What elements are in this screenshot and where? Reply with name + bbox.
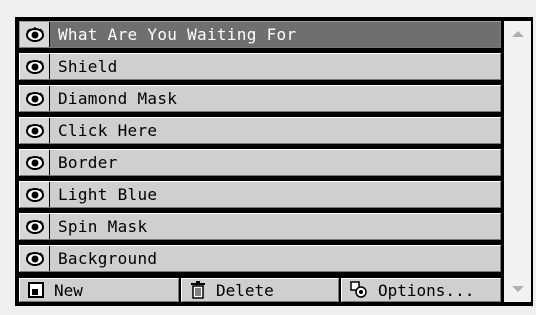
layer-row[interactable]: Background [19, 245, 501, 272]
eye-icon [25, 123, 44, 138]
options-icon [350, 281, 368, 299]
eye-icon [25, 26, 44, 42]
delete-button-label: Delete [216, 280, 274, 300]
scroll-down-arrow-icon [511, 286, 524, 292]
scroll-up-button[interactable] [504, 23, 531, 45]
options-button[interactable]: Options... [341, 278, 501, 302]
visibility-toggle[interactable] [20, 22, 50, 47]
layer-name: Background [58, 249, 158, 268]
eye-icon [25, 219, 44, 234]
new-button-label: New [54, 280, 83, 300]
layer-row[interactable]: Spin Mask [19, 213, 501, 240]
layer-row[interactable]: What Are You Waiting For [19, 21, 501, 48]
layer-row[interactable]: Click Here [19, 117, 501, 144]
eye-icon [25, 59, 44, 74]
visibility-toggle[interactable] [20, 182, 50, 207]
delete-button[interactable]: Delete [181, 278, 339, 302]
layer-name: Diamond Mask [58, 89, 178, 108]
eye-icon [25, 251, 44, 266]
scroll-up-arrow-icon [511, 31, 524, 37]
visibility-toggle[interactable] [20, 118, 50, 143]
layer-name: Border [58, 153, 118, 172]
vertical-scrollbar[interactable] [503, 21, 531, 302]
layer-name: Click Here [58, 121, 158, 140]
layer-name: Light Blue [58, 185, 158, 204]
options-button-label: Options... [378, 280, 475, 300]
visibility-toggle[interactable] [20, 214, 50, 239]
visibility-toggle[interactable] [20, 246, 50, 271]
scroll-down-button[interactable] [504, 278, 531, 300]
eye-icon [25, 155, 44, 170]
layer-row[interactable]: Shield [19, 53, 501, 80]
layer-row[interactable]: Diamond Mask [19, 85, 501, 112]
trash-icon [190, 281, 206, 299]
visibility-toggle[interactable] [20, 86, 50, 111]
new-layer-icon [28, 282, 44, 298]
layer-name: What Are You Waiting For [58, 25, 297, 44]
visibility-toggle[interactable] [20, 54, 50, 79]
eye-icon [25, 91, 44, 106]
layer-row[interactable]: Border [19, 149, 501, 176]
layer-name: Shield [58, 57, 118, 76]
layers-panel: What Are You Waiting For Shield Diamond … [0, 0, 536, 315]
layers-list-frame: What Are You Waiting For Shield Diamond … [15, 17, 533, 306]
layer-name: Spin Mask [58, 217, 148, 236]
layer-row[interactable]: Light Blue [19, 181, 501, 208]
layers-toolbar: New Delete Options... [19, 278, 501, 302]
visibility-toggle[interactable] [20, 150, 50, 175]
new-button[interactable]: New [19, 278, 179, 302]
eye-icon [25, 187, 44, 202]
